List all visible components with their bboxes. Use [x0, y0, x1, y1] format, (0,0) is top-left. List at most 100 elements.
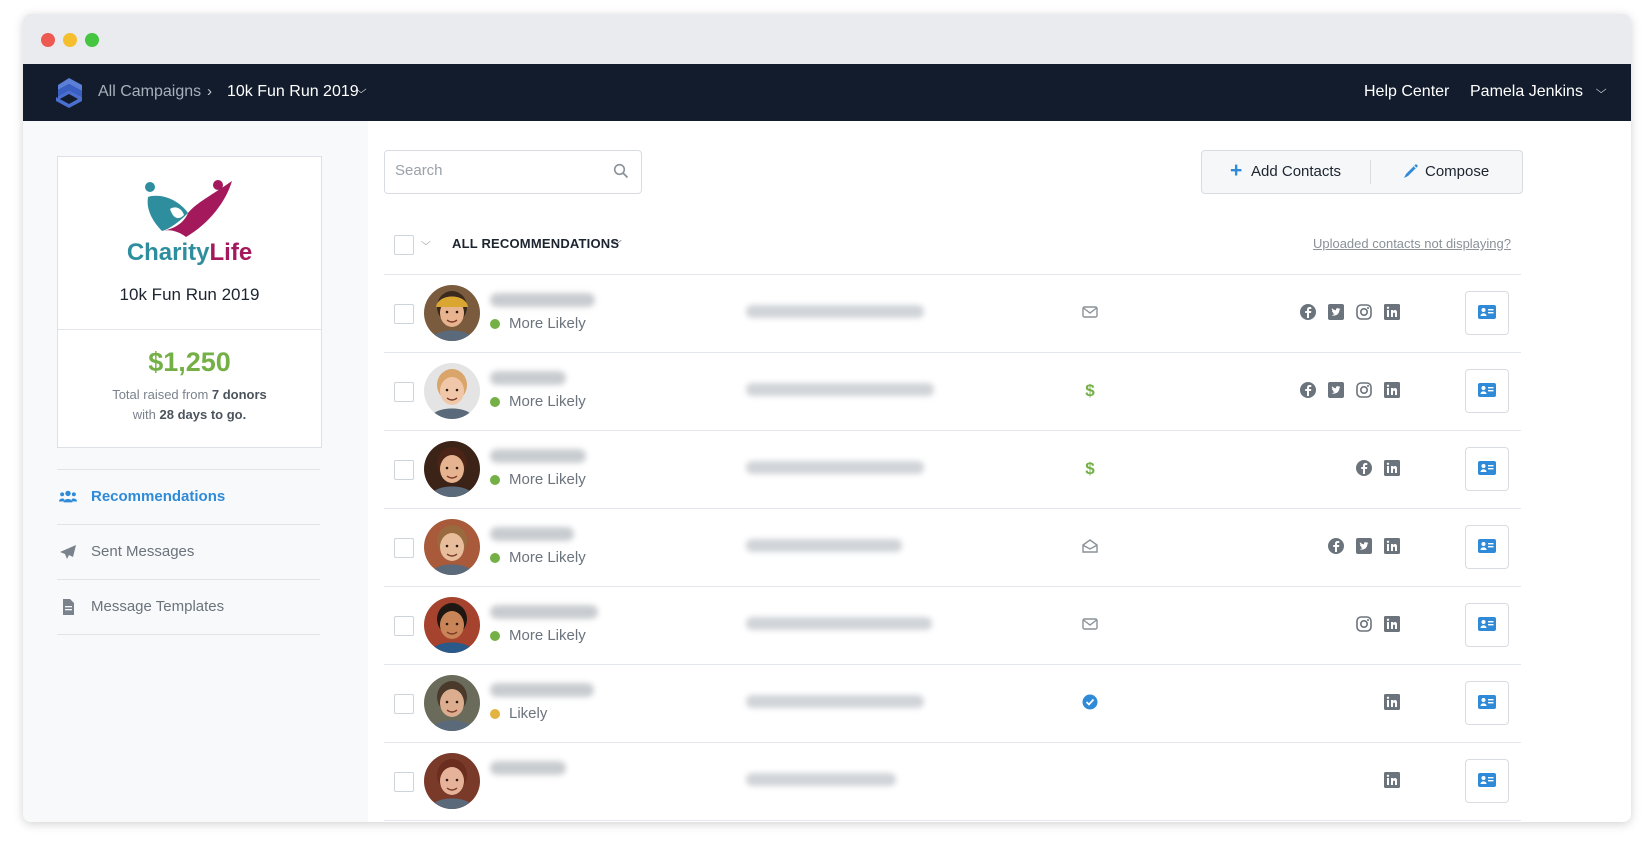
avatar[interactable]: [424, 675, 480, 731]
amount-raised: $1,250: [148, 347, 231, 377]
linkedin-icon[interactable]: [1383, 381, 1401, 399]
filter-row: ⌵ ALL RECOMMENDATIONS ⌵ Uploaded contact…: [384, 224, 1521, 275]
app-window: All Campaigns › 10k Fun Run 2019 ⌵ Help …: [23, 14, 1631, 822]
row-checkbox[interactable]: [394, 460, 414, 480]
linkedin-icon[interactable]: [1383, 615, 1401, 633]
contact-email-redacted: [746, 539, 902, 552]
campaign-dropdown-chevron-icon[interactable]: ⌵: [356, 84, 367, 97]
contact-card-button[interactable]: [1465, 525, 1509, 569]
contact-row[interactable]: More Likely $: [384, 353, 1521, 431]
instagram-icon[interactable]: [1355, 381, 1373, 399]
uploaded-contacts-help-link[interactable]: Uploaded contacts not displaying?: [1313, 236, 1511, 251]
likelihood-label: Likely: [490, 705, 547, 722]
app-logo-icon[interactable]: [54, 77, 84, 109]
avatar[interactable]: [424, 285, 480, 341]
raised-summary: Total raised from 7 donors with 28 days …: [112, 387, 267, 422]
contact-email-redacted: [746, 617, 932, 630]
search-icon[interactable]: [613, 163, 629, 179]
instagram-icon[interactable]: [1355, 303, 1373, 321]
help-center-link[interactable]: Help Center: [1364, 83, 1449, 101]
twitter-icon[interactable]: [1327, 381, 1345, 399]
instagram-icon[interactable]: [1355, 615, 1373, 633]
contact-email-redacted: [746, 695, 924, 708]
select-options-chevron-icon[interactable]: ⌵: [421, 237, 431, 248]
avatar[interactable]: [424, 753, 480, 809]
top-navbar: All Campaigns › 10k Fun Run 2019 ⌵ Help …: [23, 64, 1631, 121]
contact-row[interactable]: More Likely: [384, 587, 1521, 665]
window-titlebar: [23, 14, 1631, 64]
facebook-icon[interactable]: [1299, 381, 1317, 399]
facebook-icon[interactable]: [1327, 537, 1345, 555]
row-checkbox[interactable]: [394, 382, 414, 402]
charity-brand-name: CharityLife: [126, 239, 253, 266]
pen-icon: [1404, 164, 1418, 178]
likelihood-dot-icon: [490, 709, 500, 719]
row-checkbox[interactable]: [394, 694, 414, 714]
contact-card-button[interactable]: [1465, 603, 1509, 647]
campaign-card-header: CharityLife 10k Fun Run 2019: [58, 157, 321, 330]
maximize-window-button[interactable]: [85, 33, 99, 47]
search-input[interactable]: [395, 162, 595, 179]
row-checkbox[interactable]: [394, 772, 414, 792]
contact-name-redacted: [490, 527, 574, 541]
contact-name-redacted: [490, 761, 566, 775]
charity-logo-icon: [145, 180, 232, 237]
contact-name-redacted: [490, 449, 586, 463]
filter-chevron-icon[interactable]: ⌵: [612, 236, 622, 247]
contact-name-redacted: [490, 371, 566, 385]
sidebar-item-message-templates[interactable]: Message Templates: [57, 579, 320, 635]
contact-card-button[interactable]: [1465, 759, 1509, 803]
row-checkbox[interactable]: [394, 538, 414, 558]
avatar[interactable]: [424, 363, 480, 419]
search-box[interactable]: [384, 150, 642, 194]
close-window-button[interactable]: [41, 33, 55, 47]
recommendations-filter[interactable]: ALL RECOMMENDATIONS: [452, 236, 619, 251]
breadcrumb-chevron-icon: ›: [207, 83, 212, 100]
contact-card-button[interactable]: [1465, 681, 1509, 725]
add-contacts-button[interactable]: + Add Contacts: [1202, 151, 1370, 193]
contact-row[interactable]: More Likely $: [384, 431, 1521, 509]
select-all-checkbox[interactable]: [394, 235, 414, 255]
contact-card-icon: [1478, 305, 1496, 319]
linkedin-icon[interactable]: [1383, 693, 1401, 711]
social-links: [1345, 459, 1401, 479]
contact-row[interactable]: [384, 743, 1521, 821]
dollar-icon: $: [1080, 380, 1100, 400]
contact-card-icon: [1478, 383, 1496, 397]
contact-card-button[interactable]: [1465, 369, 1509, 413]
twitter-icon[interactable]: [1327, 303, 1345, 321]
minimize-window-button[interactable]: [63, 33, 77, 47]
contact-card-button[interactable]: [1465, 447, 1509, 491]
likelihood-label: More Likely: [490, 627, 586, 644]
breadcrumb-all-campaigns[interactable]: All Campaigns: [98, 83, 201, 101]
compose-button[interactable]: Compose: [1371, 151, 1522, 193]
row-checkbox[interactable]: [394, 616, 414, 636]
contact-card-icon: [1478, 539, 1496, 553]
facebook-icon[interactable]: [1355, 459, 1373, 477]
breadcrumb-current-campaign[interactable]: 10k Fun Run 2019: [227, 83, 359, 101]
sidebar-item-sent-messages[interactable]: Sent Messages: [57, 524, 320, 579]
users-icon: [59, 490, 77, 503]
contact-row[interactable]: More Likely: [384, 509, 1521, 587]
row-checkbox[interactable]: [394, 304, 414, 324]
contact-row[interactable]: Likely: [384, 665, 1521, 743]
avatar[interactable]: [424, 597, 480, 653]
linkedin-icon[interactable]: [1383, 537, 1401, 555]
avatar[interactable]: [424, 441, 480, 497]
contact-name-redacted: [490, 605, 598, 619]
paper-plane-icon: [60, 545, 76, 559]
user-menu-chevron-icon[interactable]: ⌵: [1596, 84, 1607, 97]
linkedin-icon[interactable]: [1383, 459, 1401, 477]
sidebar-item-recommendations[interactable]: Recommendations: [57, 469, 320, 524]
contact-row[interactable]: More Likely: [384, 275, 1521, 353]
user-menu[interactable]: Pamela Jenkins: [1470, 83, 1583, 101]
linkedin-icon[interactable]: [1383, 771, 1401, 789]
contact-list: More Likely More Likely $ More Likely $ Mo…: [384, 275, 1521, 821]
linkedin-icon[interactable]: [1383, 303, 1401, 321]
avatar[interactable]: [424, 519, 480, 575]
contact-name-redacted: [490, 293, 595, 307]
contact-card-button[interactable]: [1465, 291, 1509, 335]
twitter-icon[interactable]: [1355, 537, 1373, 555]
likelihood-label: More Likely: [490, 549, 586, 566]
facebook-icon[interactable]: [1299, 303, 1317, 321]
